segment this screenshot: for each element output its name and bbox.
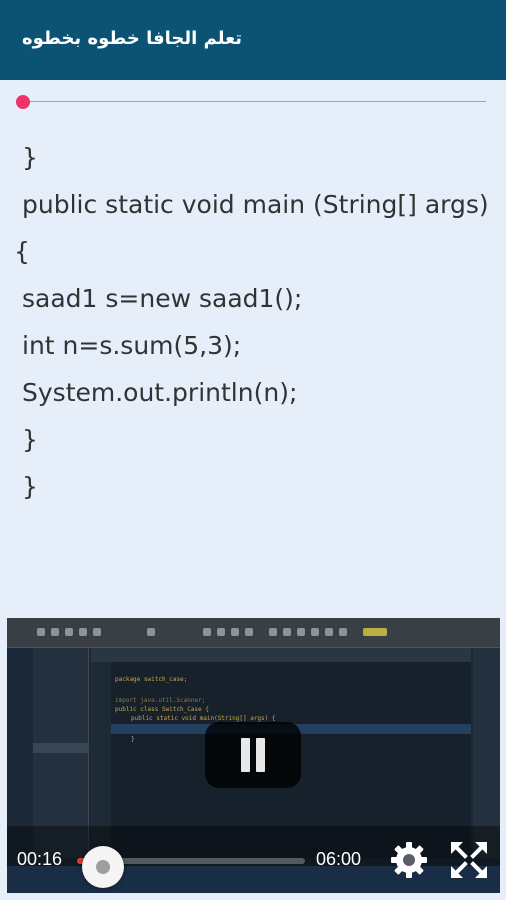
ide-code-line: public class Switch_Case { [115,706,209,713]
code-line: saad1 s=new saad1(); [22,284,303,313]
ide-code-line: } [131,736,135,743]
ide-code-line: import java.util.Scanner; [115,697,206,704]
code-line: { [14,237,30,266]
ide-code-line: package switch_case; [115,676,188,683]
app-bar: تعلم الجافا خطوه بخطوه [0,0,506,80]
code-line: } [22,425,38,454]
pause-button[interactable] [205,722,301,788]
duration: 06:00 [316,849,362,869]
gear-icon [391,842,427,878]
app-title: تعلم الجافا خطوه بخطوه [22,28,242,49]
code-line: int n=s.sum(5,3); [22,331,242,360]
current-time: 00:16 [17,849,63,869]
ide-code-line: public static void main(String[] args) { [131,715,276,722]
fullscreen-button[interactable] [447,838,491,882]
code-line: } [22,472,38,501]
settings-button[interactable] [387,838,431,882]
seekbar-thumb[interactable] [16,95,30,109]
fullscreen-icon [451,842,487,878]
code-line: System.out.println(n); [22,378,298,407]
ide-navigator-header [33,743,89,753]
seekbar-track [24,101,486,102]
video-player[interactable]: package switch_case; import java.util.Sc… [7,618,500,893]
code-line: public static void main (String[] args) [22,190,489,219]
video-progress-thumb[interactable] [82,846,124,888]
code-line: } [22,143,38,172]
ide-toolbar [7,618,500,648]
video-controls: 00:16 06:00 [7,826,500,893]
ide-tabbar [91,648,471,662]
lesson-seekbar[interactable] [16,95,486,109]
